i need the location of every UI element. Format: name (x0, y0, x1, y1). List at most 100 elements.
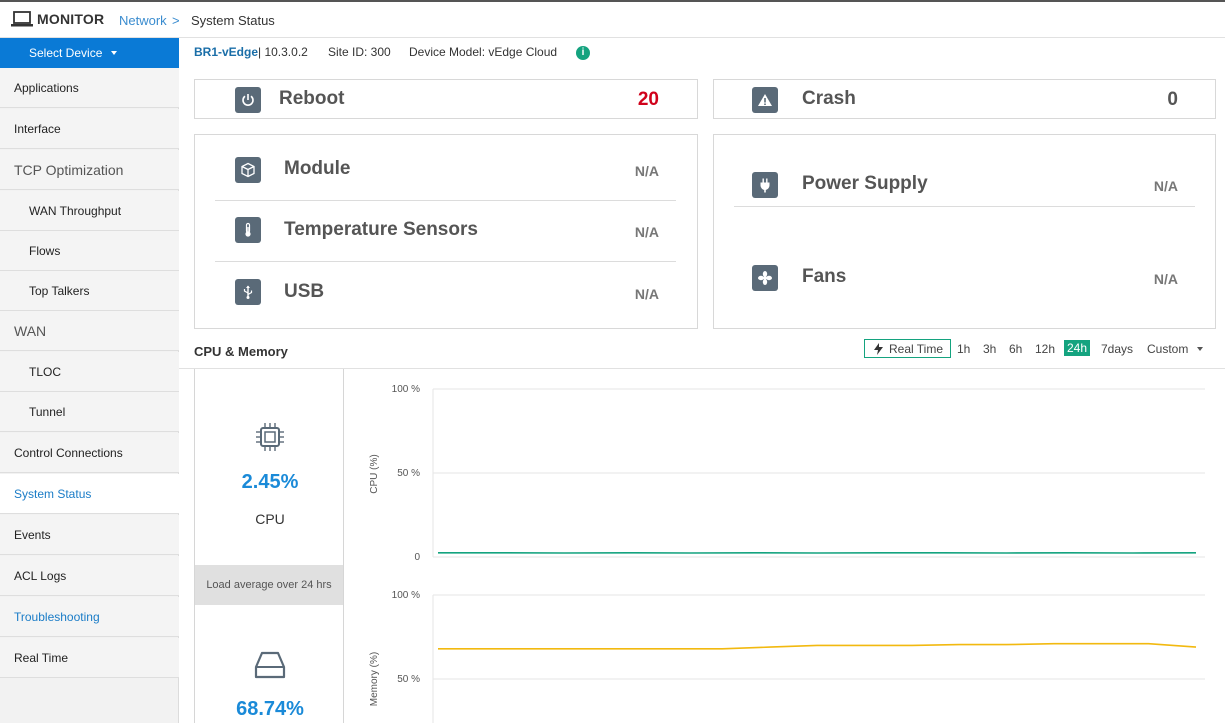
select-device-label: Select Device (29, 46, 103, 60)
crash-label: Crash (802, 88, 856, 109)
divider (734, 206, 1195, 207)
power-icon (235, 87, 261, 113)
power-supply-label: Power Supply (802, 173, 928, 194)
plug-icon (752, 172, 778, 198)
sidebar-item-label: Control Connections (14, 446, 123, 460)
real-time-label: Real Time (889, 342, 944, 356)
sidebar-item-label: Interface (14, 122, 61, 136)
site-id: Site ID: 300 (328, 45, 391, 59)
module-label: Module (284, 158, 351, 179)
y-tick-label: 100 % (392, 590, 420, 601)
hardware-card-right: Power Supply N/A Fans N/A (713, 134, 1216, 329)
reboot-label: Reboot (279, 88, 345, 109)
range-12h[interactable]: 12h (1035, 342, 1055, 356)
cpu-value: 2.45% (241, 471, 299, 493)
range-1h[interactable]: 1h (957, 342, 970, 356)
divider (215, 200, 676, 201)
breadcrumb-current: System Status (191, 13, 275, 28)
sidebar-item-system-status[interactable]: System Status (0, 474, 179, 514)
sidebar-item-label: Events (14, 528, 51, 542)
crash-count: 0 (1167, 89, 1178, 110)
cpu-chip-icon (256, 423, 284, 451)
temperature-value: N/A (634, 224, 659, 240)
sidebar-item-top-talkers[interactable]: Top Talkers (0, 271, 179, 311)
fan-icon (752, 265, 778, 291)
sidebar-item-label: WAN (14, 323, 47, 339)
sidebar-item-applications[interactable]: Applications (0, 68, 179, 108)
sidebar-item-flows[interactable]: Flows (0, 231, 179, 271)
thermometer-icon (235, 217, 261, 243)
fans-label: Fans (802, 266, 847, 287)
module-value: N/A (634, 163, 659, 179)
sidebar-item-label: ACL Logs (14, 569, 67, 583)
sidebar-item-label: Applications (14, 81, 79, 95)
fans-value: N/A (1153, 271, 1178, 287)
sidebar-item-tcp-optimization[interactable]: TCP Optimization (0, 150, 179, 190)
warning-icon (752, 87, 778, 113)
sidebar-item-wan[interactable]: WAN (0, 311, 179, 351)
device-model: Device Model: vEdge Cloud (409, 45, 558, 59)
memory-drive-icon (254, 651, 286, 679)
cpu-memory-title: CPU & Memory (194, 344, 288, 359)
sidebar-item-real-time[interactable]: Real Time (0, 638, 179, 678)
range-6h[interactable]: 6h (1009, 342, 1022, 356)
temperature-label: Temperature Sensors (284, 219, 478, 240)
cpu-label: CPU (255, 511, 285, 527)
chevron-down-icon (111, 51, 117, 55)
y-tick-label: 100 % (392, 384, 420, 395)
device-version: | 10.3.0.2 (258, 45, 308, 59)
sidebar: Select Device Applications Interface TCP O… (0, 38, 179, 723)
range-custom[interactable]: Custom (1147, 342, 1188, 356)
chevron-down-icon[interactable] (1197, 347, 1203, 351)
breadcrumb-separator: > (172, 13, 180, 28)
sidebar-item-events[interactable]: Events (0, 515, 179, 555)
y-axis-label: CPU (%) (369, 454, 380, 493)
top-header: MONITOR Network > System Status (0, 2, 1225, 38)
real-time-button[interactable]: Real Time (864, 339, 951, 358)
memory-value: 68.74% (236, 698, 304, 720)
y-axis-label: Memory (%) (369, 652, 380, 706)
sidebar-item-troubleshooting[interactable]: Troubleshooting (0, 597, 179, 637)
usb-icon (235, 279, 261, 305)
usb-label: USB (284, 281, 325, 302)
crash-card: Crash 0 (713, 79, 1216, 119)
lightning-icon (874, 343, 883, 355)
sidebar-item-label: Real Time (14, 651, 69, 665)
reboot-card: Reboot 20 (194, 79, 698, 119)
memory-series-line (438, 642, 1197, 650)
divider (215, 261, 676, 262)
power-supply-value: N/A (1153, 178, 1178, 194)
reboot-count: 20 (637, 89, 659, 110)
sidebar-item-label: TLOC (29, 365, 62, 379)
y-tick-label: 50 % (397, 674, 420, 685)
y-tick-label: 50 % (397, 468, 420, 479)
select-device-button[interactable]: Select Device (0, 38, 179, 68)
load-average-label: Load average over 24 hrs (195, 565, 343, 605)
sidebar-item-wan-throughput[interactable]: WAN Throughput (0, 191, 179, 231)
app-title: MONITOR (37, 11, 105, 27)
hardware-card-left: Module N/A Temperature Sensors N/A USB N… (194, 134, 698, 329)
range-3h[interactable]: 3h (983, 342, 996, 356)
sidebar-item-tunnel[interactable]: Tunnel (0, 392, 179, 432)
usb-value: N/A (634, 286, 659, 302)
range-7days[interactable]: 7days (1101, 342, 1133, 356)
cpu-memory-stats: 2.45% CPU Load average over 24 hrs 68.74… (194, 369, 344, 723)
sidebar-item-label: TCP Optimization (14, 162, 124, 178)
sidebar-item-label: WAN Throughput (29, 204, 122, 218)
breadcrumb-network-link[interactable]: Network (119, 13, 167, 28)
y-tick-label: 0 (414, 552, 420, 563)
cube-icon (235, 157, 261, 183)
cpu-memory-chart: 100 % 50 % 0 CPU (%) 100 % 50 % Memory (%) (344, 369, 1225, 723)
sidebar-item-acl-logs[interactable]: ACL Logs (0, 556, 179, 596)
sidebar-item-label: System Status (14, 487, 92, 501)
info-icon[interactable]: i (576, 46, 590, 60)
sidebar-item-label: Tunnel (29, 405, 66, 419)
sidebar-item-control-connections[interactable]: Control Connections (0, 433, 179, 473)
sidebar-item-tloc[interactable]: TLOC (0, 352, 179, 392)
range-24h[interactable]: 24h (1064, 340, 1091, 356)
device-name: BR1-vEdge (194, 45, 259, 59)
monitor-icon (11, 11, 33, 27)
sidebar-item-label: Top Talkers (29, 284, 90, 298)
charts-svg: 100 % 50 % 0 CPU (%) 100 % 50 % Memory (%) (369, 384, 1205, 723)
sidebar-item-interface[interactable]: Interface (0, 109, 179, 149)
